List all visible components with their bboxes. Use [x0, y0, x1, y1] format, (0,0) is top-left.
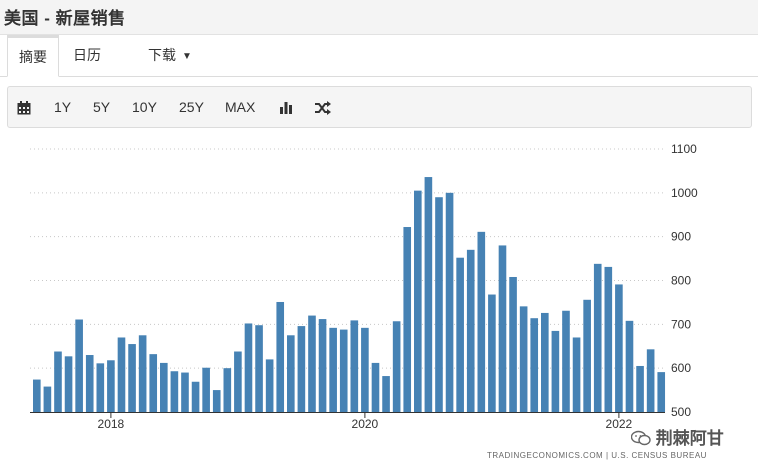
- bar: [339, 329, 348, 412]
- y-tick-label: 1100: [671, 142, 697, 156]
- bar: [64, 356, 73, 412]
- tab-download[interactable]: 下载 ▼: [148, 35, 192, 76]
- bar: [562, 310, 570, 412]
- bar: [54, 351, 62, 412]
- bar: [181, 372, 189, 412]
- range-25y-button[interactable]: 25Y: [179, 87, 204, 127]
- y-tick-label: 800: [671, 274, 691, 288]
- tab-bar: 摘要 日历 下载 ▼: [0, 35, 758, 77]
- bar: [85, 355, 94, 412]
- bar: [541, 312, 549, 412]
- new-home-sales-chart: 1100 1000 900 800 700 600 500 2018 2020 2022 TRADI…: [30, 142, 707, 460]
- bar: [149, 354, 158, 412]
- bar: [170, 371, 179, 412]
- bar: [488, 294, 496, 412]
- bar: [392, 321, 401, 412]
- x-tick-label: 2018: [98, 417, 125, 431]
- caret-down-icon: ▼: [182, 51, 192, 62]
- bar: [477, 231, 486, 412]
- bar: [350, 320, 359, 412]
- bar: [615, 284, 623, 412]
- y-tick-label: 900: [671, 230, 691, 244]
- bar: [96, 363, 105, 412]
- bar: [117, 337, 126, 412]
- bar: [466, 249, 475, 412]
- bar: [75, 319, 83, 412]
- chart-area: 1100 1000 900 800 700 600 500 2018 2020 2022 TRADI…: [0, 128, 758, 468]
- tab-summary-label: 摘要: [19, 49, 47, 65]
- calendar-button[interactable]: [17, 87, 31, 127]
- bar: [509, 276, 517, 412]
- bar: [308, 315, 316, 412]
- bar: [223, 368, 232, 412]
- bar: [287, 335, 295, 412]
- bar: [445, 192, 454, 412]
- bar: [255, 325, 263, 412]
- bar: [329, 327, 337, 412]
- range-1y-button[interactable]: 1Y: [54, 87, 71, 127]
- bar: [138, 335, 147, 412]
- bar: [519, 306, 528, 412]
- bar: [435, 197, 443, 412]
- range-max-button[interactable]: MAX: [225, 87, 255, 127]
- y-tick-label: 700: [671, 317, 691, 331]
- shuffle-icon: [315, 101, 331, 116]
- bar: [646, 349, 655, 412]
- bar: [297, 326, 306, 412]
- watermark-text: 荆棘阿甘: [655, 429, 724, 448]
- tab-calendar-label: 日历: [73, 47, 101, 63]
- bar: [202, 367, 210, 412]
- bar: [636, 365, 644, 412]
- bar: [128, 344, 136, 412]
- y-tick-label: 600: [671, 361, 691, 375]
- bar-chart-icon: [280, 102, 292, 115]
- compare-button[interactable]: [315, 87, 331, 127]
- bar: [244, 323, 253, 412]
- bar: [318, 319, 327, 412]
- bar: [625, 320, 634, 412]
- bar: [276, 301, 285, 412]
- range-5y-button[interactable]: 5Y: [93, 87, 110, 127]
- bar: [33, 379, 41, 412]
- bar: [371, 362, 380, 412]
- watermark: 荆棘阿甘: [630, 424, 724, 449]
- bar: [361, 327, 369, 412]
- bar: [593, 263, 602, 412]
- x-tick-label: 2022: [606, 417, 633, 431]
- y-tick-label: 1000: [671, 186, 698, 200]
- bar: [160, 362, 168, 412]
- chart-type-button[interactable]: [279, 87, 293, 127]
- tab-download-label: 下载: [148, 47, 176, 63]
- x-tick-label: 2020: [352, 417, 379, 431]
- bar: [604, 266, 613, 412]
- bar: [382, 376, 390, 412]
- bar: [234, 351, 242, 412]
- bar: [530, 318, 539, 412]
- tab-summary[interactable]: 摘要: [7, 35, 59, 77]
- source-credit: TRADINGECONOMICS.COM | U.S. CENSUS BUREA…: [487, 451, 707, 460]
- bar: [498, 245, 507, 412]
- bar: [265, 359, 274, 412]
- bar: [551, 330, 560, 412]
- bar: [107, 360, 115, 412]
- page-header: 美国 - 新屋销售: [0, 0, 758, 35]
- calendar-icon: [17, 101, 31, 115]
- bar: [572, 337, 581, 412]
- bar: [456, 257, 464, 412]
- page-title: 美国 - 新屋销售: [4, 9, 126, 28]
- bar: [403, 227, 412, 412]
- range-10y-button[interactable]: 10Y: [132, 87, 157, 127]
- bar: [191, 381, 200, 412]
- bar: [414, 190, 422, 412]
- bar: [583, 299, 591, 412]
- bar: [43, 386, 52, 412]
- y-tick-label: 500: [671, 405, 691, 419]
- chart-toolbar: 1Y 5Y 10Y 25Y MAX: [7, 86, 752, 128]
- bar: [657, 372, 666, 412]
- bar: [212, 390, 221, 412]
- bar: [424, 177, 433, 412]
- wechat-icon: [630, 430, 651, 446]
- tab-calendar[interactable]: 日历: [73, 35, 101, 76]
